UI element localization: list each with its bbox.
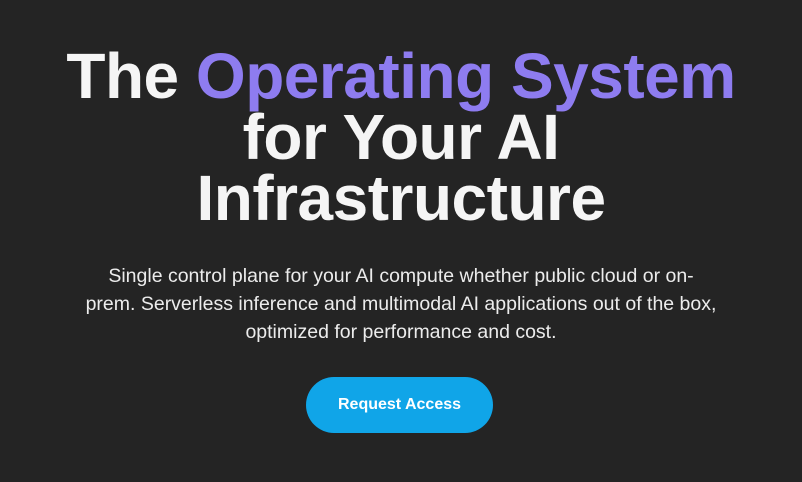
hero-headline: The Operating System for Your AI Infrastru… bbox=[0, 44, 802, 230]
request-access-button[interactable]: Request Access bbox=[306, 377, 493, 433]
subtitle-line-2: prem. Serverless inference and multimoda… bbox=[85, 293, 717, 315]
hero-subtitle: Single control plane for your AI compute… bbox=[40, 262, 762, 346]
subtitle-line-3: optimized for performance and cost. bbox=[245, 321, 557, 343]
subtitle-line-1: Single control plane for your AI compute… bbox=[108, 265, 694, 287]
headline-line-3: Infrastructure bbox=[196, 162, 606, 234]
hero-section: The Operating System for Your AI Infrastru… bbox=[0, 0, 802, 482]
headline-prefix: The bbox=[66, 40, 196, 112]
